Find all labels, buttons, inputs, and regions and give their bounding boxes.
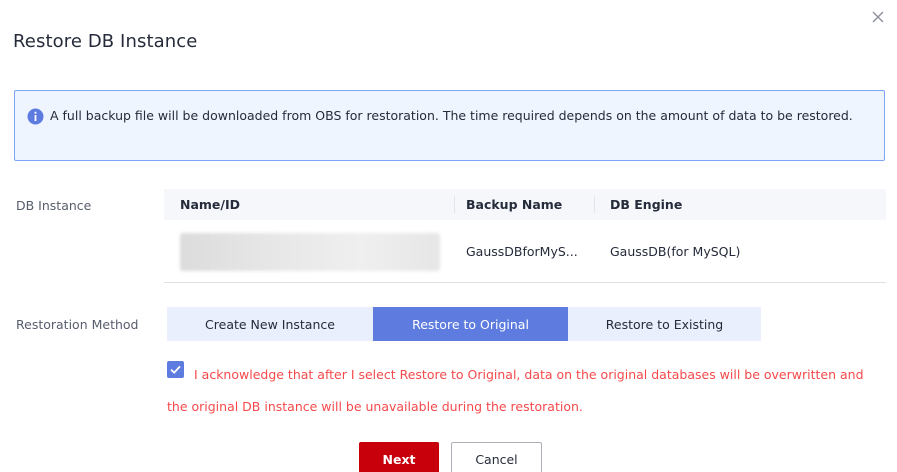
- db-instance-label: DB Instance: [16, 198, 92, 213]
- db-instance-table: Name/ID Backup Name DB Engine GaussDBfor…: [164, 189, 886, 283]
- redacted-name-id: [180, 233, 440, 271]
- notice-text: A full backup file will be downloaded fr…: [50, 108, 853, 123]
- info-icon: [27, 108, 44, 125]
- option-create-new-instance[interactable]: Create New Instance: [167, 307, 373, 341]
- checkmark-icon: [170, 365, 181, 374]
- acknowledge-checkbox[interactable]: [167, 361, 184, 378]
- restoration-method-selector: Create New Instance Restore to Original …: [167, 307, 761, 341]
- close-icon[interactable]: [870, 9, 886, 25]
- cancel-button[interactable]: Cancel: [451, 442, 542, 472]
- restoration-method-label: Restoration Method: [16, 317, 139, 332]
- backup-name-cell: GaussDBforMyS...: [466, 243, 578, 259]
- column-header-backup-name: Backup Name: [466, 197, 563, 212]
- table-row: GaussDBforMyS... GaussDB(for MySQL): [164, 220, 886, 283]
- column-header-name-id: Name/ID: [180, 197, 240, 212]
- acknowledge-text: I acknowledge that after I select Restor…: [167, 367, 864, 414]
- option-restore-to-existing[interactable]: Restore to Existing: [568, 307, 761, 341]
- dialog-title: Restore DB Instance: [13, 31, 198, 52]
- db-engine-cell: GaussDB(for MySQL): [610, 243, 741, 259]
- table-header: Name/ID Backup Name DB Engine: [164, 189, 886, 220]
- next-button[interactable]: Next: [359, 442, 439, 472]
- column-header-db-engine: DB Engine: [610, 197, 683, 212]
- restore-db-instance-dialog: Restore DB Instance A full backup file w…: [0, 0, 897, 472]
- info-notice: A full backup file will be downloaded fr…: [14, 90, 885, 161]
- option-restore-to-original[interactable]: Restore to Original: [373, 307, 568, 341]
